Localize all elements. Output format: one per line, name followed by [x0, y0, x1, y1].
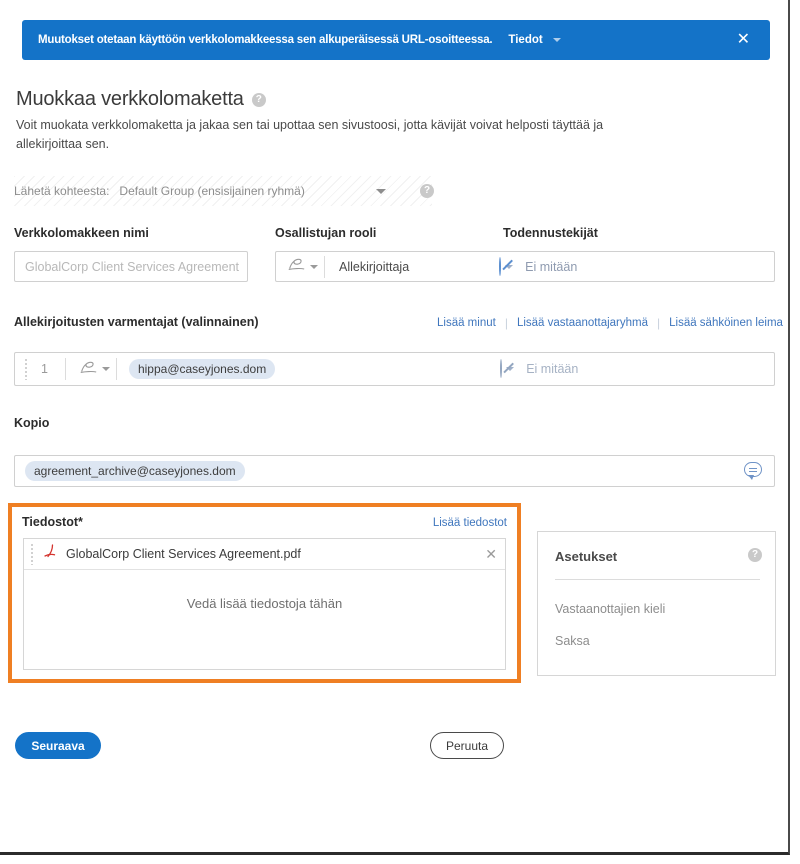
cc-email-chip[interactable]: agreement_archive@caseyjones.dom [25, 461, 245, 481]
next-button[interactable]: Seuraava [15, 732, 101, 759]
files-label: Tiedostot* [22, 515, 83, 529]
close-icon[interactable]: ✕ [737, 32, 754, 48]
divider [64, 358, 66, 380]
cc-label: Kopio [14, 416, 50, 430]
files-dropzone[interactable]: GlobalCorp Client Services Agreement.pdf… [23, 538, 506, 670]
verifiers-links: Lisää minut | Lisää vastaanottajaryhmä |… [437, 316, 783, 330]
help-icon[interactable]: ? [420, 184, 434, 198]
signature-pen-icon[interactable] [286, 256, 306, 277]
page-description: Voit muokata verkkolomaketta ja jakaa se… [16, 118, 604, 151]
settings-panel: Asetukset ? Vastaanottajien kieli Saksa [537, 531, 776, 676]
chevron-down-icon[interactable] [376, 189, 386, 194]
help-icon[interactable]: ? [748, 548, 762, 562]
file-name: GlobalCorp Client Services Agreement.pdf [66, 547, 301, 561]
drag-handle-icon[interactable] [30, 543, 34, 565]
notification-details-label: Tiedot [508, 34, 543, 46]
help-icon[interactable]: ? [251, 92, 266, 107]
participant-role-value: Allekirjoittaja [339, 259, 410, 274]
file-list-item[interactable]: GlobalCorp Client Services Agreement.pdf… [24, 539, 505, 570]
comment-bubble-icon[interactable] [744, 462, 762, 480]
send-from-label: Lähetä kohteesta: [14, 184, 110, 198]
drag-handle-icon[interactable] [24, 358, 28, 380]
send-from-value: Default Group (ensisijainen ryhmä) [119, 184, 305, 198]
participant-role-label: Osallistujan rooli [275, 226, 377, 240]
form-name-input[interactable]: GlobalCorp Client Services Agreement [14, 251, 248, 282]
signature-pen-icon[interactable] [78, 359, 98, 380]
divider: | [657, 316, 661, 330]
notification-banner-message: Muutokset otetaan käyttöön verkkolomakke… [38, 34, 493, 46]
files-header: Tiedostot* Lisää tiedostot [22, 515, 507, 529]
verifiers-label: Allekirjoitusten varmentajat (valinnaine… [14, 315, 259, 329]
divider [324, 255, 325, 278]
chevron-down-icon[interactable] [101, 367, 110, 371]
files-section-highlight: Tiedostot* Lisää tiedostot GlobalCorp Cl… [8, 503, 521, 683]
form-name-placeholder: GlobalCorp Client Services Agreement [25, 259, 239, 274]
recipient-language-value: Saksa [555, 634, 590, 648]
verifier-email-chip[interactable]: hippa@caseyjones.dom [128, 359, 276, 379]
add-digital-stamp-link[interactable]: Lisää sähköinen leima [669, 317, 783, 329]
auth-factors-label: Todennustekijät [503, 226, 598, 240]
page-title: Muokkaa verkkolomaketta? [16, 88, 266, 111]
divider: | [504, 316, 508, 330]
cc-input[interactable]: agreement_archive@caseyjones.dom [14, 455, 775, 487]
verifier-auth-value: Ei mitään [526, 362, 579, 376]
form-name-label: Verkkolomakkeen nimi [14, 226, 149, 240]
remove-file-icon[interactable]: ✕ [485, 547, 497, 561]
divider [115, 358, 117, 380]
verifier-row[interactable]: 1 hippa@caseyjones.dom Ei mitään [14, 352, 775, 386]
pdf-icon [42, 543, 57, 565]
chevron-down-icon [552, 37, 561, 42]
send-from-row[interactable]: Lähetä kohteesta: Default Group (ensisij… [14, 176, 434, 206]
participant-role-row[interactable]: Allekirjoittaja Ei mitään [275, 251, 775, 282]
no-auth-icon[interactable] [500, 359, 503, 378]
page-title-text: Muokkaa verkkolomaketta [16, 88, 244, 110]
add-me-link[interactable]: Lisää minut [437, 317, 496, 329]
web-form-editor-page: Muutokset otetaan käyttöön verkkolomakke… [0, 0, 790, 855]
add-recipient-group-link[interactable]: Lisää vastaanottajaryhmä [517, 317, 648, 329]
files-drop-text: Vedä lisää tiedostoja tähän [186, 596, 343, 611]
verifier-row-index: 1 [41, 362, 48, 376]
chevron-down-icon[interactable] [310, 264, 318, 269]
add-files-link[interactable]: Lisää tiedostot [433, 517, 507, 529]
divider [555, 579, 760, 580]
no-auth-icon[interactable] [499, 256, 502, 276]
cancel-button[interactable]: Peruuta [430, 732, 504, 759]
notification-details-link[interactable]: Tiedot [508, 34, 561, 46]
auth-factors-value: Ei mitään [525, 259, 578, 274]
notification-banner: Muutokset otetaan käyttöön verkkolomakke… [22, 20, 770, 60]
settings-title: Asetukset [555, 549, 618, 564]
recipient-language-label: Vastaanottajien kieli [555, 602, 666, 616]
